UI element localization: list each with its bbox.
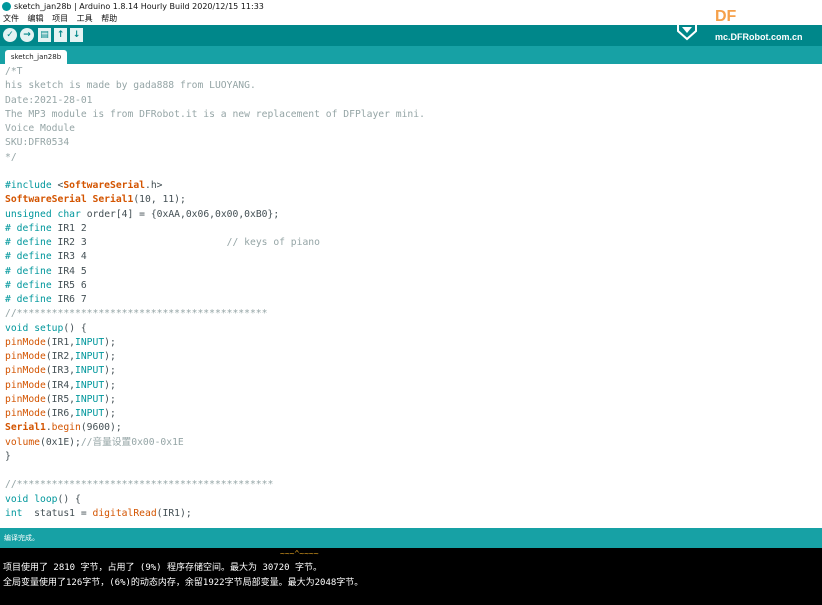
code-line: Voice Module <box>5 123 75 134</box>
code-line: pinMode(IR5,INPUT); <box>5 393 116 405</box>
code-line: pinMode(IR3,INPUT); <box>5 365 116 377</box>
code-line: # define IR3 4 <box>5 251 87 263</box>
tab-sketch[interactable]: sketch_jan28b <box>5 50 67 64</box>
save-sketch-button[interactable]: ↓ <box>70 28 83 42</box>
code-line: } <box>5 450 11 462</box>
code-line: //**************************************… <box>5 479 274 491</box>
code-line: SKU:DFR0534 <box>5 137 70 149</box>
code-line: # define IR6 7 <box>5 294 87 305</box>
code-line: */ <box>5 151 17 163</box>
code-line: pinMode(IR6,INPUT); <box>5 408 116 419</box>
menu-edit[interactable]: 编辑 <box>28 13 44 25</box>
code-line: pinMode(IR2,INPUT); <box>5 351 116 362</box>
arduino-logo-icon <box>2 2 11 11</box>
code-line: SoftwareSerial Serial1(10, 11); <box>5 194 186 206</box>
code-line: pinMode(IR1,INPUT); <box>5 336 116 348</box>
code-line: # define IR5 6 <box>5 279 87 291</box>
code-line: //**************************************… <box>5 308 268 320</box>
open-sketch-button[interactable]: ↑ <box>54 28 67 42</box>
upload-button[interactable]: → <box>20 28 34 42</box>
menu-project[interactable]: 项目 <box>52 13 68 25</box>
console-output: ~~~^~~~~ 项目使用了 2810 字节，占用了 (9%) 程序存储空间。最… <box>0 548 822 605</box>
code-line: /*T <box>5 66 23 77</box>
code-content: /*T his sketch is made by gada888 from LU… <box>5 65 425 521</box>
menu-help[interactable]: 帮助 <box>101 13 117 25</box>
code-line: void setup() { <box>5 322 87 334</box>
brand-url: mc.DFRobot.com.cn <box>715 32 803 42</box>
code-line: unsigned char order[4] = {0xAA,0x06,0x00… <box>5 208 280 220</box>
code-line: Serial1.begin(9600); <box>5 422 122 434</box>
code-line: # define IR1 2 <box>5 222 87 234</box>
code-line: volume(0x1E);//音量设置0x00-0x1E <box>5 436 184 448</box>
new-sketch-button[interactable]: ▤ <box>38 28 51 42</box>
console-divider: ~~~^~~~~ <box>280 549 319 558</box>
tab-strip: sketch_jan28b <box>0 46 822 64</box>
dfrobot-watermark: DF mc.DFRobot.com.cn <box>672 5 822 46</box>
shield-logo-icon <box>677 22 697 41</box>
console-line: 项目使用了 2810 字节，占用了 (9%) 程序存储空间。最大为 30720 … <box>3 563 322 573</box>
code-line: #include <SoftwareSerial.h> <box>5 180 163 191</box>
code-line: pinMode(IR4,INPUT); <box>5 379 116 391</box>
menu-tools[interactable]: 工具 <box>77 13 93 25</box>
code-line: int status1 = digitalRead(IR1); <box>5 507 192 519</box>
status-bar: 编译完成。 <box>0 528 822 548</box>
menu-file[interactable]: 文件 <box>3 13 19 25</box>
verify-button[interactable]: ✓ <box>3 28 17 42</box>
code-line: # define IR4 5 <box>5 265 87 277</box>
status-message: 编译完成。 <box>4 534 39 542</box>
code-line: void loop() { <box>5 493 81 505</box>
code-line: The MP3 module is from DFRobot.it is a n… <box>5 108 425 120</box>
code-line: # define IR2 3 // keys of piano <box>5 237 320 248</box>
brand-logo-text: DF <box>715 8 737 25</box>
console-line: 全局变量使用了126字节，(6%)的动态内存，余留1922字节局部变量。最大为2… <box>3 578 364 588</box>
code-line: Date:2021-28-01 <box>5 94 93 106</box>
code-line: his sketch is made by gada888 from LUOYA… <box>5 80 256 92</box>
code-editor[interactable]: /*T his sketch is made by gada888 from LU… <box>0 64 822 528</box>
window-title: sketch_jan28b | Arduino 1.8.14 Hourly Bu… <box>14 2 264 11</box>
